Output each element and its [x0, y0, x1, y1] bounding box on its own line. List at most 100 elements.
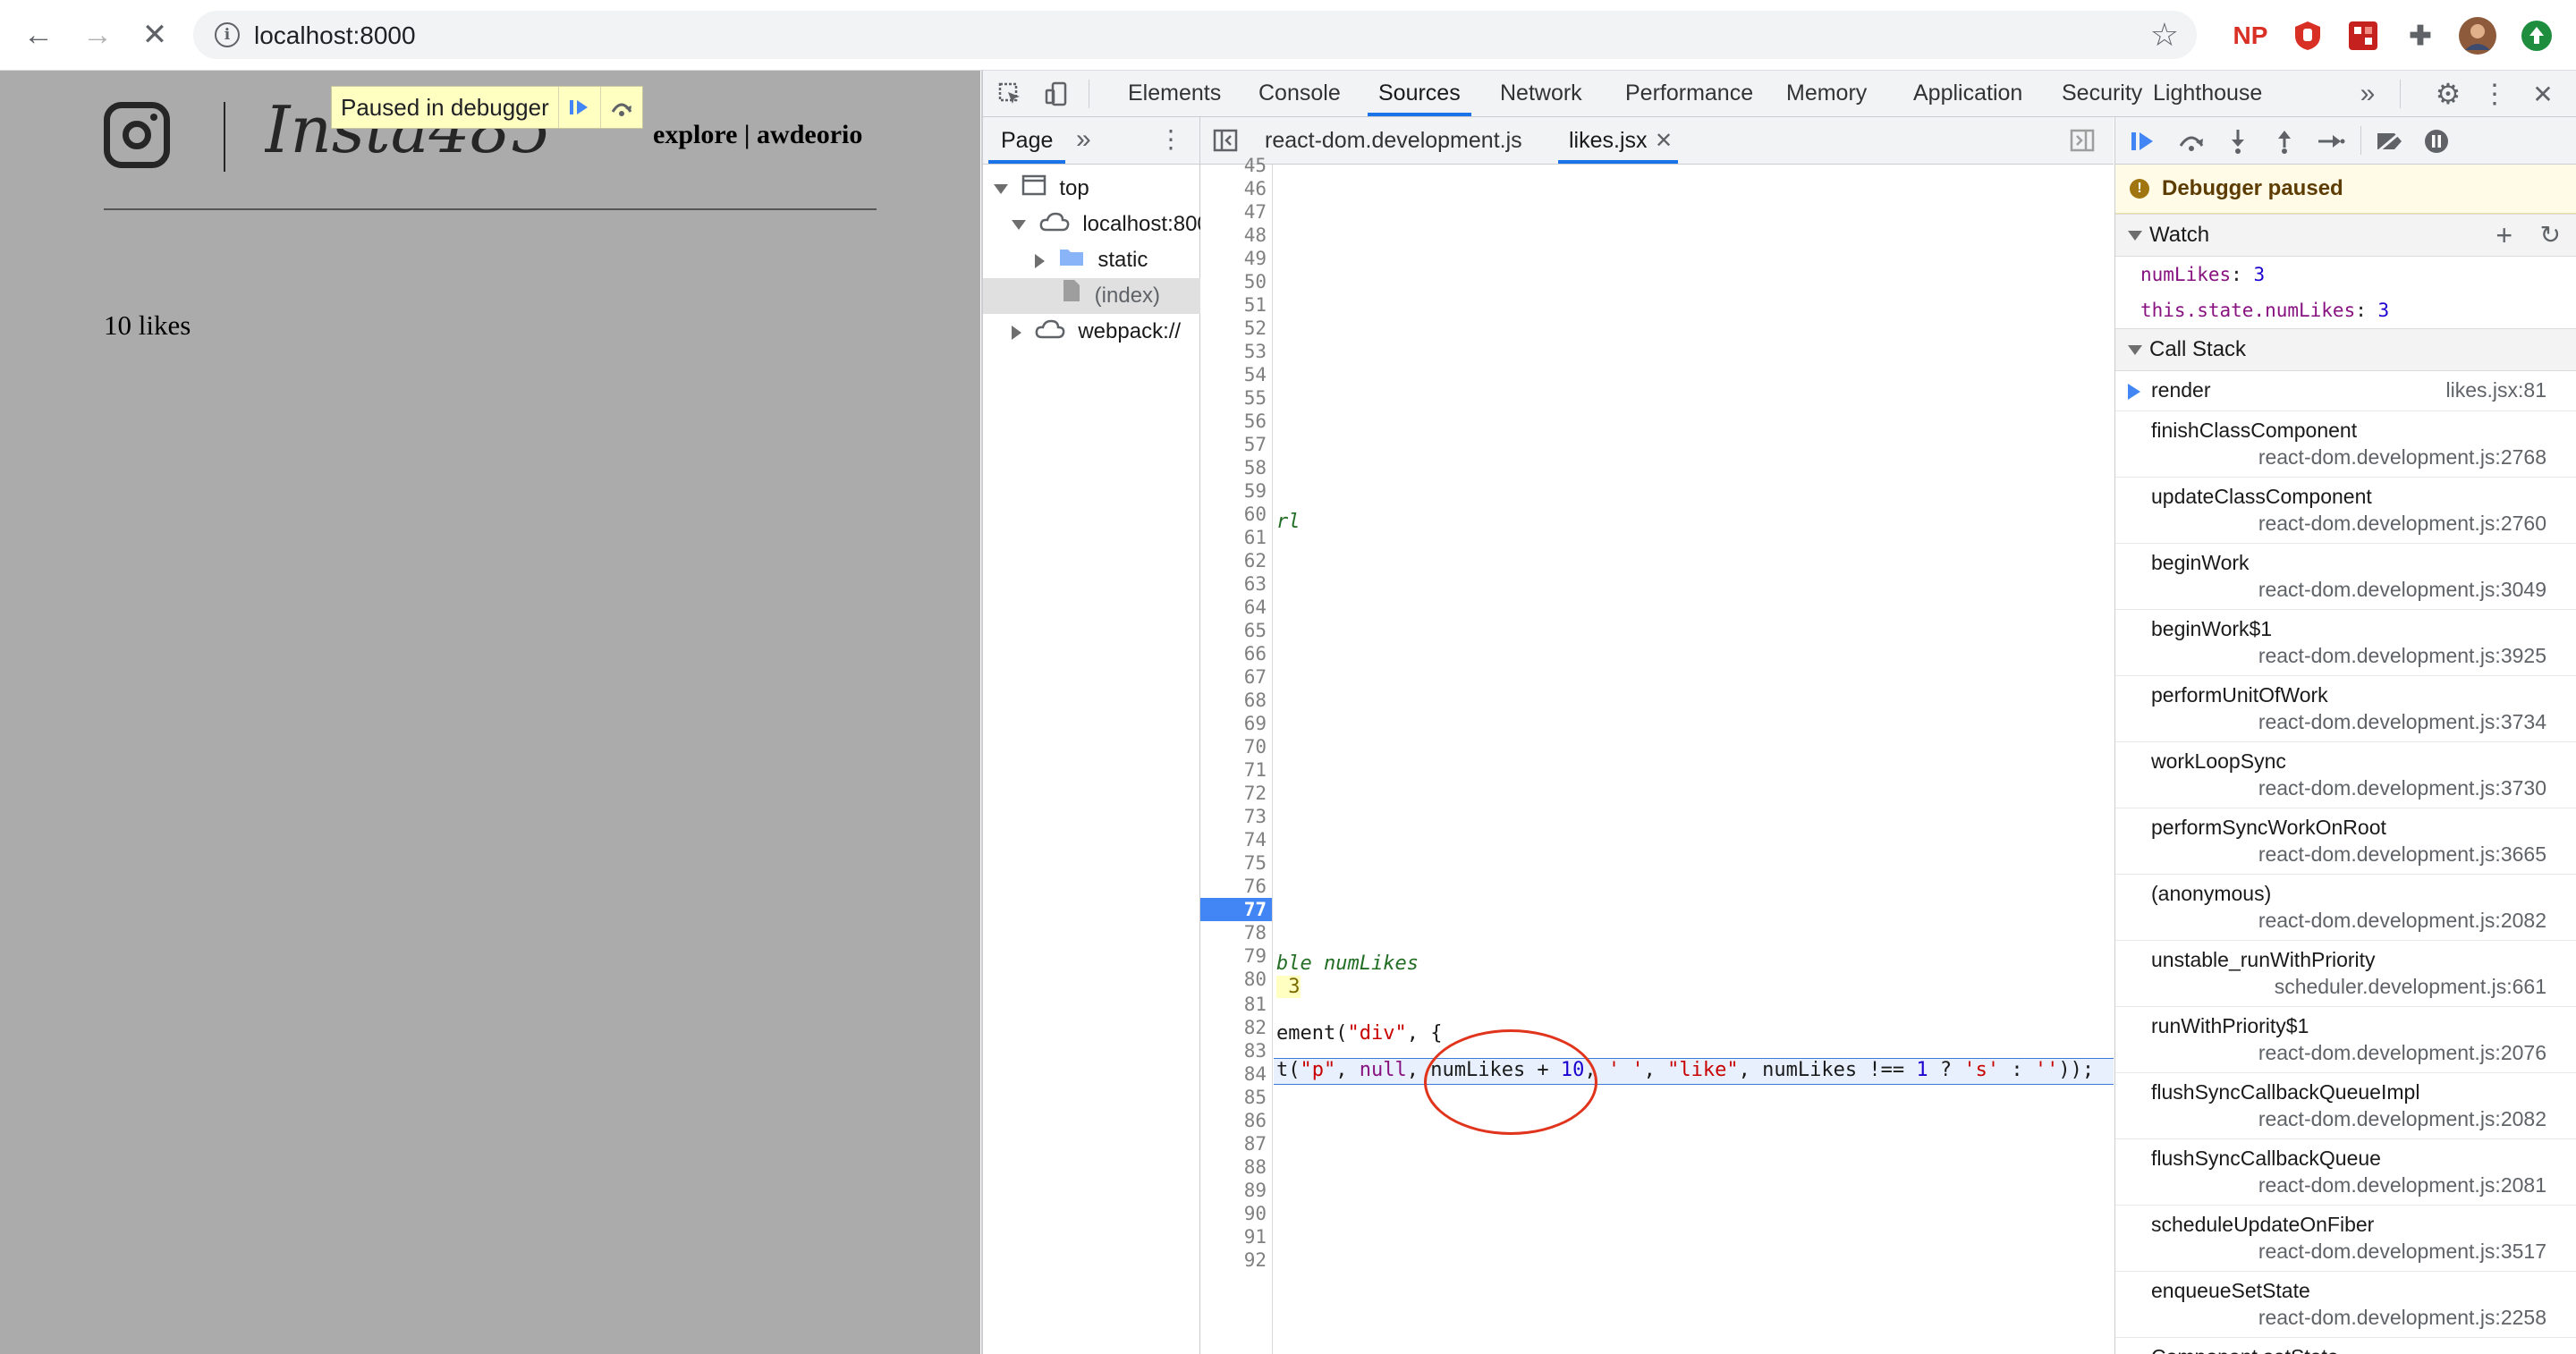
resume-icon[interactable] [2128, 126, 2158, 157]
line-number[interactable]: 58 [1204, 456, 1267, 479]
line-number[interactable]: 46 [1204, 177, 1267, 200]
np-extension-icon[interactable]: NP [2231, 16, 2270, 55]
tab-security[interactable]: Security [2062, 71, 2142, 116]
call-frame[interactable]: enqueueSetState react-dom.development.js:… [2115, 1272, 2576, 1338]
watch-section-header[interactable]: Watch + ↻ [2115, 214, 2576, 257]
tab-likes-jsx[interactable]: likes.jsx [1558, 117, 1677, 164]
line-number[interactable]: 50 [1204, 270, 1267, 293]
tab-application[interactable]: Application [1913, 71, 2022, 116]
line-number[interactable]: 51 [1204, 293, 1267, 317]
extensions-puzzle-icon[interactable]: ✚ [2401, 16, 2440, 55]
tab-elements[interactable]: Elements [1128, 71, 1221, 116]
device-toolbar-icon[interactable] [1040, 78, 1072, 110]
line-number[interactable]: 82 [1204, 1016, 1267, 1039]
address-bar[interactable]: i localhost:8000 ☆ [193, 11, 2197, 59]
line-number[interactable]: 73 [1204, 805, 1267, 828]
tab-react-dom-development-js[interactable]: react-dom.development.js [1265, 117, 1522, 164]
tree-item-top[interactable]: top [983, 171, 1210, 207]
bookmark-star-icon[interactable]: ☆ [2150, 16, 2179, 54]
line-number[interactable]: 91 [1204, 1225, 1267, 1248]
call-frame[interactable]: flushSyncCallbackQueueImpl react-dom.deve… [2115, 1073, 2576, 1139]
line-number[interactable]: 48 [1204, 224, 1267, 247]
tab-lighthouse[interactable]: Lighthouse [2153, 71, 2262, 116]
line-number[interactable]: 55 [1204, 386, 1267, 410]
call-frame[interactable]: scheduleUpdateOnFiber react-dom.developme… [2115, 1206, 2576, 1272]
step-over-icon[interactable] [599, 87, 642, 128]
puzzle-game-extension-icon[interactable] [2343, 16, 2383, 55]
line-number[interactable]: 80 [1204, 968, 1267, 991]
line-number[interactable]: 75 [1204, 851, 1267, 875]
call-frame[interactable]: finishClassComponent react-dom.developmen… [2115, 411, 2576, 478]
line-number[interactable]: 64 [1204, 596, 1267, 619]
more-tabs-chevron-icon[interactable]: » [2351, 78, 2384, 110]
line-number[interactable]: 87 [1204, 1132, 1267, 1155]
toggle-debugger-sidebar-icon[interactable] [2070, 128, 2095, 157]
line-number[interactable]: 59 [1204, 479, 1267, 503]
more-options-icon[interactable]: ⋮ [2479, 78, 2511, 110]
line-number[interactable]: 69 [1204, 712, 1267, 735]
url-text[interactable]: localhost:8000 [254, 21, 416, 50]
line-number[interactable]: 70 [1204, 735, 1267, 758]
site-info-icon[interactable]: i [215, 22, 240, 47]
line-number[interactable]: 74 [1204, 828, 1267, 851]
resume-icon[interactable] [557, 87, 600, 128]
step-into-icon[interactable] [2223, 126, 2253, 157]
call-frame[interactable]: beginWork react-dom.development.js:3049 [2115, 544, 2576, 610]
line-number[interactable]: 61 [1204, 526, 1267, 549]
shield-extension-icon[interactable] [2288, 16, 2327, 55]
watch-expression[interactable]: this.state.numLikes: 3 [2115, 292, 2576, 328]
line-number[interactable]: 65 [1204, 619, 1267, 642]
call-frame[interactable]: (anonymous) react-dom.development.js:2082 [2115, 875, 2576, 941]
call-frame[interactable]: flushSyncCallbackQueue react-dom.developm… [2115, 1139, 2576, 1206]
call-frame[interactable]: unstable_runWithPriority scheduler.develo… [2115, 941, 2576, 1007]
line-number[interactable]: 63 [1204, 572, 1267, 596]
back-button[interactable]: ← [16, 13, 61, 57]
instagram-logo-icon[interactable] [104, 102, 170, 168]
line-number[interactable]: 76 [1204, 875, 1267, 898]
line-number[interactable]: 71 [1204, 758, 1267, 782]
step-icon[interactable] [2316, 126, 2346, 157]
line-number[interactable]: 56 [1204, 410, 1267, 433]
line-number[interactable]: 60 [1204, 503, 1267, 526]
line-number[interactable]: 49 [1204, 247, 1267, 270]
update-available-icon[interactable] [2517, 16, 2556, 55]
forward-button[interactable]: → [75, 13, 120, 57]
close-devtools-icon[interactable]: ✕ [2527, 78, 2559, 110]
line-number[interactable]: 83 [1204, 1039, 1267, 1062]
inspect-element-icon[interactable] [994, 78, 1026, 110]
call-frame[interactable]: Component.setState [2115, 1338, 2576, 1354]
call-frame[interactable]: performUnitOfWork react-dom.development.j… [2115, 676, 2576, 742]
tab-page[interactable]: Page [987, 117, 1066, 164]
tab-performance[interactable]: Performance [1625, 71, 1753, 116]
call-frame[interactable]: updateClassComponent react-dom.developmen… [2115, 478, 2576, 544]
line-number[interactable]: 52 [1204, 317, 1267, 340]
line-number[interactable]: 79 [1204, 944, 1267, 968]
breakpoint-marker[interactable]: 77 [1200, 898, 1272, 921]
line-number[interactable]: 47 [1204, 200, 1267, 224]
stop-loading-button[interactable]: ✕ [132, 13, 177, 57]
line-number[interactable]: 67 [1204, 665, 1267, 689]
tab-network[interactable]: Network [1500, 71, 1582, 116]
line-number[interactable]: 62 [1204, 549, 1267, 572]
line-number[interactable]: 78 [1204, 921, 1267, 944]
call-frame[interactable]: runWithPriority$1 react-dom.development.j… [2115, 1007, 2576, 1073]
line-number[interactable]: 89 [1204, 1179, 1267, 1202]
callstack-section-header[interactable]: Call Stack [2115, 328, 2576, 371]
line-number[interactable]: 84 [1204, 1062, 1267, 1086]
line-number-gutter[interactable]: 45 46 47 48 49 50 51 52 53 54 55 56 57 58 59 60 61 62 63 64… [1200, 155, 1273, 1354]
call-frame[interactable]: performSyncWorkOnRoot react-dom.developme… [2115, 808, 2576, 875]
refresh-watch-icon[interactable]: ↻ [2540, 215, 2561, 256]
step-out-icon[interactable] [2269, 126, 2300, 157]
line-number[interactable]: 88 [1204, 1155, 1267, 1179]
call-frame[interactable]: workLoopSync react-dom.development.js:373… [2115, 742, 2576, 808]
line-number[interactable]: 90 [1204, 1202, 1267, 1225]
line-number[interactable]: 86 [1204, 1109, 1267, 1132]
tree-item-webpack[interactable]: webpack:// [983, 314, 1228, 350]
tab-memory[interactable]: Memory [1786, 71, 1867, 116]
pause-on-exceptions-icon[interactable] [2421, 126, 2452, 157]
step-over-icon[interactable] [2176, 126, 2207, 157]
profile-avatar[interactable] [2458, 16, 2497, 55]
more-navigator-tabs-icon[interactable]: » [1076, 124, 1091, 155]
tab-sources[interactable]: Sources [1368, 71, 1471, 116]
call-frame[interactable]: beginWork$1 react-dom.development.js:3925 [2115, 610, 2576, 676]
